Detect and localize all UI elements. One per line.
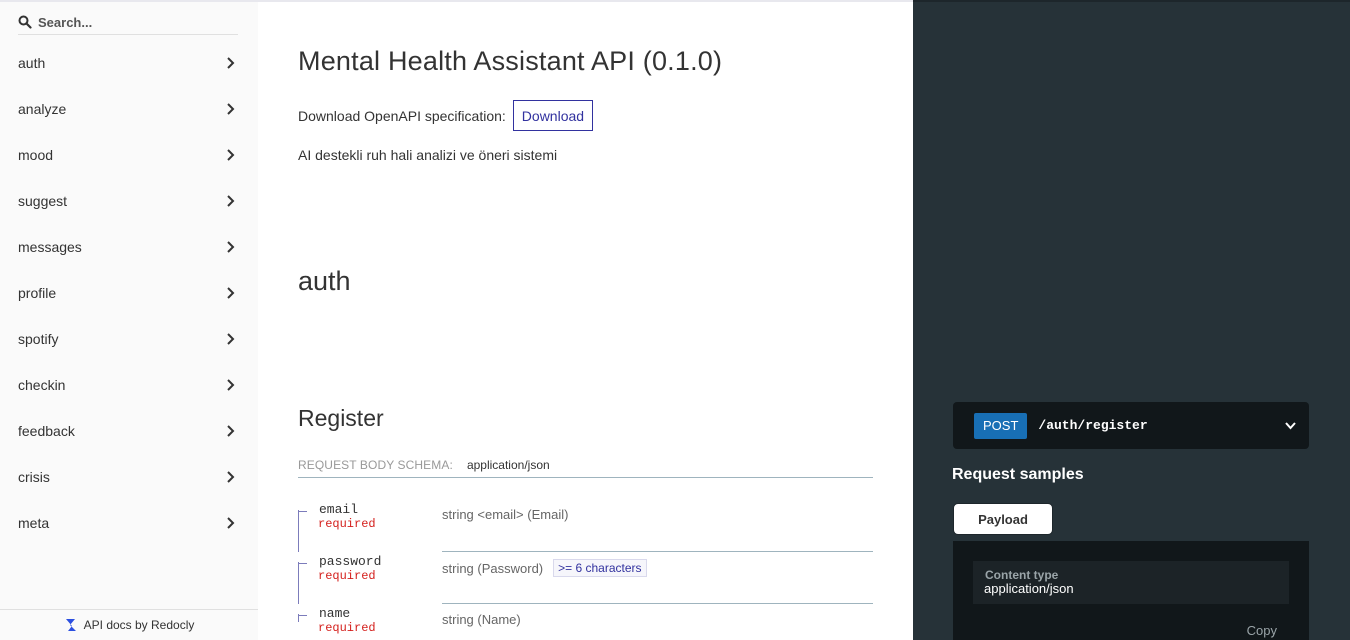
chevron-right-icon	[227, 517, 235, 529]
chevron-right-icon	[227, 287, 235, 299]
right-panel: POST /auth/register Request samples Payl…	[913, 0, 1350, 640]
sidebar-item-crisis[interactable]: crisis	[0, 454, 258, 500]
sidebar-item-mood[interactable]: mood	[0, 132, 258, 178]
sidebar-item-meta[interactable]: meta	[0, 500, 258, 546]
copy-button[interactable]: Copy	[1247, 623, 1277, 638]
sidebar-item-label: analyze	[18, 101, 67, 117]
sidebar-item-label: suggest	[18, 193, 68, 209]
field-type-text: string <email> (Email)	[442, 507, 569, 522]
chevron-right-icon	[227, 57, 235, 69]
tab-payload[interactable]: Payload	[953, 503, 1053, 535]
sidebar-item-suggest[interactable]: suggest	[0, 178, 258, 224]
sidebar-item-label: mood	[18, 147, 54, 163]
download-row: Download OpenAPI specification: Download	[298, 100, 594, 131]
redocly-footer-link[interactable]: API docs by Redocly	[0, 609, 258, 640]
request-body-schema-header: REQUEST BODY SCHEMA: application/json	[298, 458, 873, 478]
tree-connector	[298, 510, 308, 552]
search-box[interactable]	[18, 10, 238, 35]
field-type: string (Name)	[442, 612, 521, 627]
field-required: required	[318, 621, 376, 635]
api-title: Mental Health Assistant API (0.1.0)	[298, 46, 723, 76]
sidebar-item-spotify[interactable]: spotify	[0, 316, 258, 362]
field-constraint-badge: >= 6 characters	[553, 559, 647, 577]
sidebar-item-label: feedback	[18, 423, 75, 439]
redocly-footer-label: API docs by Redocly	[83, 618, 195, 632]
content-type-label: Content type	[985, 568, 1059, 582]
field-type-text: string (Password)	[442, 560, 544, 576]
sidebar-item-messages[interactable]: messages	[0, 224, 258, 270]
sidebar-item-label: spotify	[18, 331, 59, 347]
sidebar-item-checkin[interactable]: checkin	[0, 362, 258, 408]
tree-connector	[298, 562, 308, 604]
field-type: string <email> (Email)	[442, 507, 568, 522]
field-required: required	[318, 569, 376, 583]
sidebar-menu: auth analyze mood suggest messages profi…	[0, 40, 258, 546]
download-button[interactable]: Download	[512, 100, 594, 131]
field-name: name	[319, 606, 351, 621]
search-input[interactable]	[38, 14, 228, 30]
sidebar-item-profile[interactable]: profile	[0, 270, 258, 316]
schema-field-email: email required string <email> (Email)	[298, 500, 873, 552]
sidebar-item-label: messages	[18, 239, 82, 255]
request-samples-heading: Request samples	[952, 466, 1084, 483]
field-type: string (Password) >= 6 characters	[442, 559, 647, 577]
sidebar-item-label: crisis	[18, 469, 50, 485]
field-type-text: string (Name)	[442, 612, 521, 627]
content-type-value: application/json	[984, 581, 1074, 596]
sidebar-item-feedback[interactable]: feedback	[0, 408, 258, 454]
chevron-down-icon	[1285, 422, 1296, 430]
sidebar-item-label: auth	[18, 55, 46, 71]
field-required: required	[318, 517, 376, 531]
api-description: AI destekli ruh hali analizi ve öneri si…	[298, 147, 558, 163]
chevron-right-icon	[227, 425, 235, 437]
schema-field-name: name required string (Name)	[298, 604, 873, 640]
request-body-type: application/json	[466, 458, 550, 472]
tag-heading: auth	[298, 266, 351, 296]
endpoint-toggle[interactable]: POST /auth/register	[953, 402, 1309, 449]
sidebar-item-analyze[interactable]: analyze	[0, 86, 258, 132]
redocly-logo-icon	[65, 619, 76, 631]
chevron-right-icon	[227, 379, 235, 391]
main-content: Mental Health Assistant API (0.1.0) Down…	[258, 0, 913, 640]
search-icon	[18, 15, 32, 29]
request-body-label: REQUEST BODY SCHEMA:	[298, 458, 453, 472]
sidebar-item-label: meta	[18, 515, 50, 531]
http-method-badge: POST	[974, 412, 1028, 439]
tree-connector	[298, 614, 308, 622]
sidebar-item-label: profile	[18, 285, 57, 301]
sidebar-item-label: checkin	[18, 377, 66, 393]
chevron-right-icon	[227, 103, 235, 115]
chevron-right-icon	[227, 471, 235, 483]
field-name: password	[319, 554, 382, 569]
chevron-right-icon	[227, 241, 235, 253]
content-type-dropdown[interactable]: Content type application/json	[973, 561, 1289, 604]
sidebar-item-auth[interactable]: auth	[0, 40, 258, 86]
schema-field-password: password required string (Password) >= 6 …	[298, 552, 873, 604]
download-label: Download OpenAPI specification:	[298, 107, 506, 124]
operation-heading: Register	[298, 405, 384, 431]
sample-panel: Content type application/json Copy	[953, 541, 1309, 640]
field-name: email	[319, 502, 359, 517]
chevron-right-icon	[227, 333, 235, 345]
sidebar: auth analyze mood suggest messages profi…	[0, 0, 258, 640]
chevron-right-icon	[227, 149, 235, 161]
chevron-right-icon	[227, 195, 235, 207]
endpoint-path: /auth/register	[1038, 418, 1148, 433]
